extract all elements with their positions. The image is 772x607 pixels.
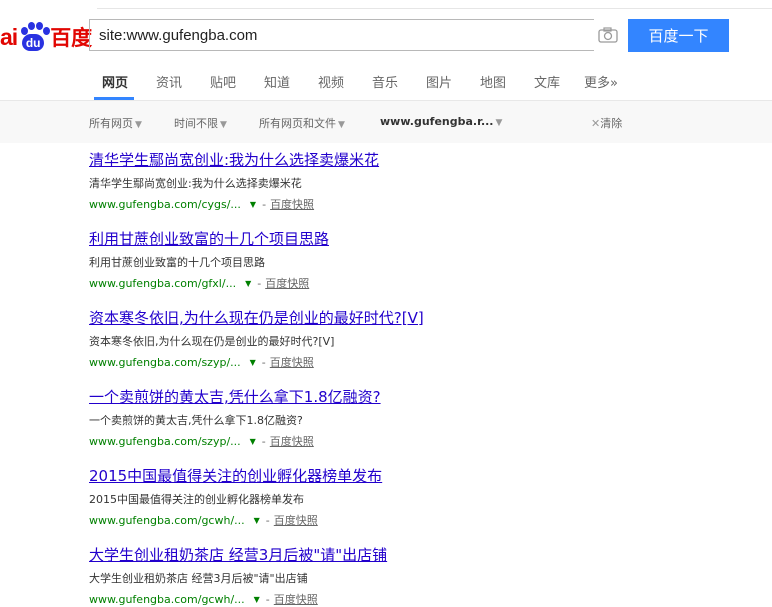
result-url: www.gufengba.com/szyp/... [89, 434, 241, 448]
search-box [89, 19, 594, 51]
cache-link[interactable]: 百度快照 [274, 512, 318, 528]
result-url: www.gufengba.com/cygs/... [89, 197, 241, 211]
tab-tieba[interactable]: 贴吧 [210, 72, 236, 91]
filter-bar: 所有网页 ▼ 时间不限 ▼ 所有网页和文件 ▼ www.gufengba.r... ▼ … [0, 101, 772, 143]
top-bar: ai du 百度 百度一下 [0, 0, 772, 62]
result-item: 大学生创业租奶茶店 经营3月后被"请"出店铺 大学生创业租奶茶店 经营3月后被"… [89, 544, 729, 607]
clear-filters-button[interactable]: ✕清除 [591, 115, 622, 131]
filter-label: www.gufengba.r... [380, 115, 494, 128]
result-url-row: www.gufengba.com/gfxl/... ▼ - 百度快照 [89, 275, 310, 291]
filter-label: 所有网页 [89, 117, 133, 130]
dropdown-triangle-icon[interactable]: ▼ [250, 437, 256, 446]
dropdown-triangle-icon[interactable]: ▼ [245, 279, 251, 288]
filter-time[interactable]: 时间不限 ▼ [174, 115, 227, 131]
tab-news[interactable]: 资讯 [156, 72, 182, 91]
dropdown-triangle-icon[interactable]: ▼ [254, 595, 260, 604]
result-url: www.gufengba.com/gfxl/... [89, 276, 237, 290]
result-url: www.gufengba.com/gcwh/... [89, 592, 245, 606]
tab-music[interactable]: 音乐 [372, 72, 398, 91]
filter-file-type[interactable]: 所有网页和文件 ▼ [259, 115, 345, 131]
top-divider [97, 8, 772, 9]
tab-more[interactable]: 更多» [584, 72, 618, 91]
logo-text-name: 百度 [50, 26, 93, 50]
result-item: 利用甘蔗创业致富的十几个项目思路 利用甘蔗创业致富的十几个项目思路 www.gu… [89, 228, 729, 291]
result-snippet: 利用甘蔗创业致富的十几个项目思路 [89, 256, 265, 269]
cache-link[interactable]: 百度快照 [270, 433, 314, 449]
result-item: 一个卖煎饼的黄太吉,凭什么拿下1.8亿融资? 一个卖煎饼的黄太吉,凭什么拿下1.… [89, 386, 729, 449]
result-title-link[interactable]: 资本寒冬依旧,为什么现在仍是创业的最好时代?[V] [89, 307, 729, 328]
cache-link[interactable]: 百度快照 [270, 354, 314, 370]
tab-zhidao[interactable]: 知道 [264, 72, 290, 91]
tab-video[interactable]: 视频 [318, 72, 344, 91]
camera-icon[interactable] [598, 27, 618, 43]
result-snippet: 2015中国最值得关注的创业孵化器榜单发布 [89, 493, 304, 506]
active-tab-indicator [94, 97, 134, 100]
result-title-link[interactable]: 大学生创业租奶茶店 经营3月后被"请"出店铺 [89, 544, 729, 565]
result-snippet: 资本寒冬依旧,为什么现在仍是创业的最好时代?[V] [89, 335, 335, 348]
result-title-link[interactable]: 2015中国最值得关注的创业孵化器榜单发布 [89, 465, 729, 486]
cache-link[interactable]: 百度快照 [265, 275, 309, 291]
tab-wenku[interactable]: 文库 [534, 72, 560, 91]
search-button[interactable]: 百度一下 [628, 19, 729, 52]
result-title-link[interactable]: 利用甘蔗创业致富的十几个项目思路 [89, 228, 729, 249]
cache-link[interactable]: 百度快照 [274, 591, 318, 607]
baidu-logo[interactable]: ai du 百度 [0, 20, 92, 54]
caret-down-icon: ▼ [220, 120, 227, 130]
result-title-link[interactable]: 一个卖煎饼的黄太吉,凭什么拿下1.8亿融资? [89, 386, 729, 407]
filter-site[interactable]: www.gufengba.r... ▼ [380, 115, 502, 128]
caret-down-icon: ▼ [338, 120, 345, 130]
logo-text-du: du [22, 33, 45, 51]
nav-tabs: 网页 资讯 贴吧 知道 视频 音乐 图片 地图 文库 更多» [0, 62, 772, 101]
result-url-row: www.gufengba.com/szyp/... ▼ - 百度快照 [89, 433, 314, 449]
dropdown-triangle-icon[interactable]: ▼ [250, 200, 256, 209]
result-item: 2015中国最值得关注的创业孵化器榜单发布 2015中国最值得关注的创业孵化器榜… [89, 465, 729, 528]
caret-down-icon: ▼ [495, 118, 503, 128]
dropdown-triangle-icon[interactable]: ▼ [254, 516, 260, 525]
paw-icon: du [18, 21, 51, 53]
result-url-row: www.gufengba.com/gcwh/... ▼ - 百度快照 [89, 591, 318, 607]
close-icon: ✕ [591, 117, 601, 130]
dropdown-triangle-icon[interactable]: ▼ [250, 358, 256, 367]
tab-images[interactable]: 图片 [426, 72, 452, 91]
result-url-row: www.gufengba.com/gcwh/... ▼ - 百度快照 [89, 512, 318, 528]
tab-web[interactable]: 网页 [102, 72, 128, 91]
caret-down-icon: ▼ [135, 120, 142, 130]
result-item: 清华学生鄢尚宽创业:我为什么选择卖爆米花 清华学生鄢尚宽创业:我为什么选择卖爆米… [89, 149, 729, 212]
filter-all-pages[interactable]: 所有网页 ▼ [89, 115, 142, 131]
cache-link[interactable]: 百度快照 [270, 196, 314, 212]
search-input[interactable] [90, 20, 539, 50]
logo-text-bai: ai [0, 23, 18, 50]
result-url: www.gufengba.com/szyp/... [89, 355, 241, 369]
filter-label: 时间不限 [174, 117, 218, 130]
clear-label: 清除 [600, 117, 623, 130]
filter-label: 所有网页和文件 [259, 117, 336, 130]
result-item: 资本寒冬依旧,为什么现在仍是创业的最好时代?[V] 资本寒冬依旧,为什么现在仍是… [89, 307, 729, 370]
result-snippet: 一个卖煎饼的黄太吉,凭什么拿下1.8亿融资? [89, 414, 303, 427]
result-snippet: 大学生创业租奶茶店 经营3月后被"请"出店铺 [89, 572, 308, 585]
result-snippet: 清华学生鄢尚宽创业:我为什么选择卖爆米花 [89, 177, 302, 190]
tab-map[interactable]: 地图 [480, 72, 506, 91]
result-url-row: www.gufengba.com/szyp/... ▼ - 百度快照 [89, 354, 314, 370]
result-url: www.gufengba.com/gcwh/... [89, 513, 245, 527]
result-url-row: www.gufengba.com/cygs/... ▼ - 百度快照 [89, 196, 315, 212]
result-title-link[interactable]: 清华学生鄢尚宽创业:我为什么选择卖爆米花 [89, 149, 729, 170]
